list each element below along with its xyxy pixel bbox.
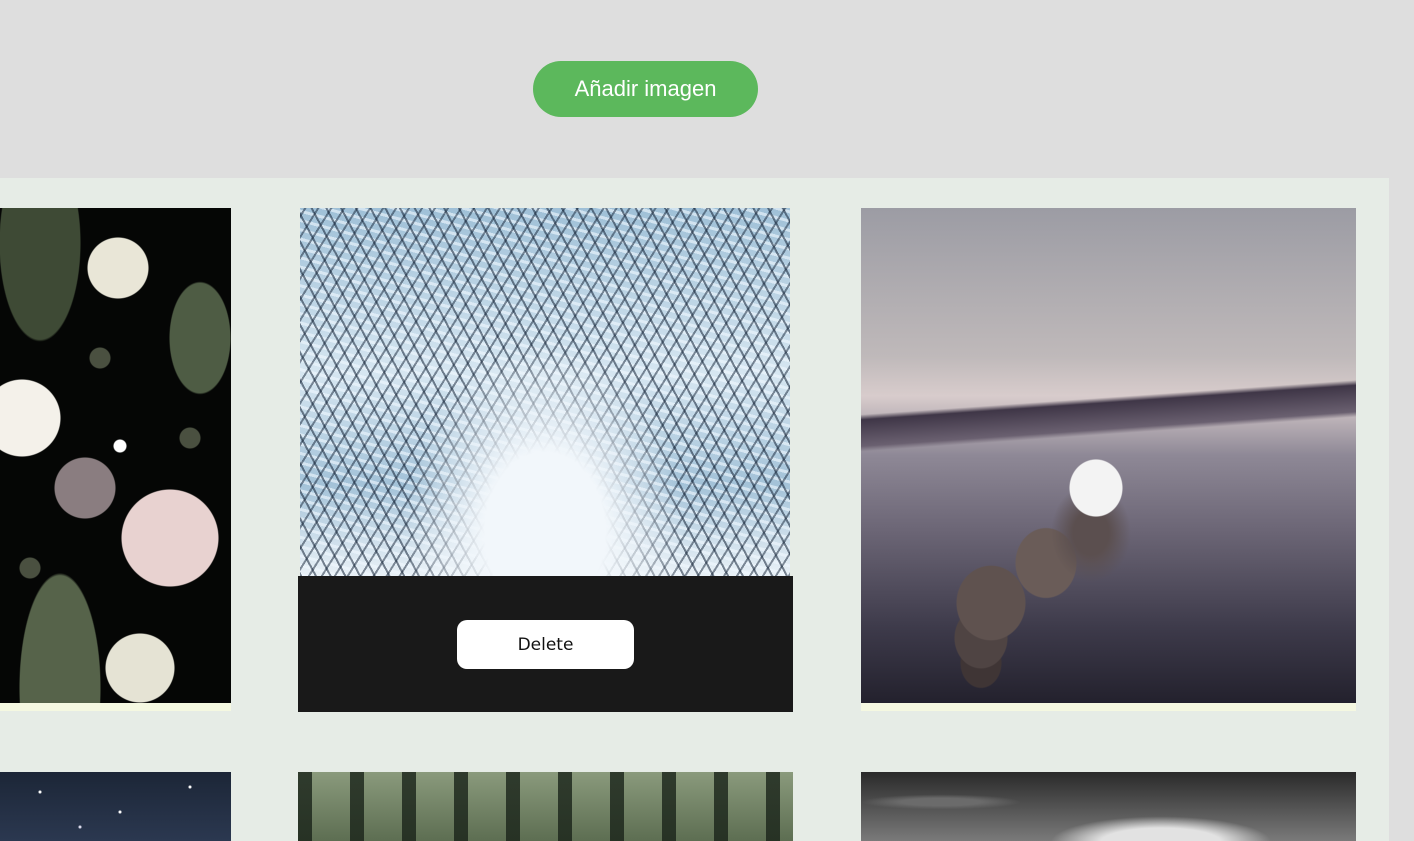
delete-overlay-panel: Delete [298, 576, 793, 712]
gallery-card-forest[interactable] [298, 772, 793, 841]
delete-button[interactable]: Delete [457, 620, 634, 669]
gallery-card-snow[interactable]: Delete [298, 208, 793, 712]
gallery-card-lake[interactable] [861, 208, 1356, 711]
dark-floral-roses-image [0, 208, 231, 703]
gallery-card-stars[interactable] [0, 772, 231, 841]
gallery-card-clouds[interactable] [861, 772, 1356, 841]
snowy-forest-path-image [300, 208, 790, 576]
foggy-forest-image [298, 772, 793, 841]
add-image-button[interactable]: Añadir imagen [533, 61, 758, 117]
misty-lake-stepping-stones-image [861, 208, 1356, 703]
card-underline [0, 703, 231, 711]
page-margin [1389, 178, 1414, 841]
gallery-card-floral[interactable] [0, 208, 231, 711]
image-gallery: Delete [0, 178, 1389, 841]
card-underline [861, 703, 1356, 711]
starry-night-sky-image [0, 772, 231, 841]
header-bar: Añadir imagen [0, 0, 1414, 178]
stormy-clouds-image [861, 772, 1356, 841]
